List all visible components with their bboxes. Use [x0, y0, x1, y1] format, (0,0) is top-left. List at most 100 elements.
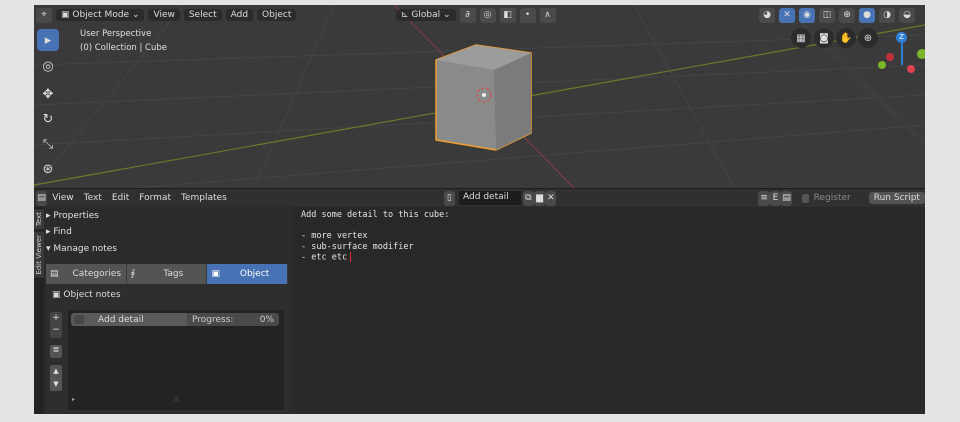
- scale-tool[interactable]: ⤡: [37, 133, 59, 155]
- tab-categories[interactable]: ▤ Categories: [46, 264, 127, 284]
- paperclip-icon: ∮: [130, 269, 136, 279]
- tab-object[interactable]: ▣ Object: [207, 264, 289, 284]
- menu-object[interactable]: Object: [257, 9, 297, 21]
- move-down-button[interactable]: ▼: [50, 378, 62, 391]
- note-name-cell[interactable]: Add detail: [71, 313, 187, 326]
- pan-hand-icon[interactable]: ✋: [836, 28, 856, 48]
- add-remove-buttons: + −: [50, 312, 62, 338]
- text-editor-type-icon[interactable]: ▤: [36, 190, 48, 206]
- note-progress-bar[interactable]: Progress: 0%: [187, 313, 279, 326]
- rendered-shading-icon[interactable]: ◒: [899, 7, 915, 23]
- add-note-button[interactable]: +: [50, 312, 62, 324]
- pivot-icon[interactable]: ∂: [459, 7, 476, 23]
- collection-info: (0) Collection | Cube: [80, 43, 168, 53]
- gizmo-neg-x[interactable]: [886, 53, 894, 61]
- gizmo-x-axis[interactable]: [907, 65, 915, 73]
- notes-tab-bar: ▤ Categories ∮ Tags ▣ Object: [46, 264, 289, 284]
- viewport-header-center: ⊾ Global ⌄ ∂ ◎ ◧ • ∧: [396, 7, 556, 23]
- text-cursor: [350, 252, 352, 262]
- te-menu-text[interactable]: Text: [79, 192, 107, 204]
- move-up-button[interactable]: ▲: [50, 365, 62, 378]
- visibility-icon[interactable]: ◕: [759, 7, 775, 23]
- 3d-viewport[interactable]: ⌖ ▣ Object Mode ⌄ View Select Add Object…: [34, 5, 925, 188]
- overlay-toggle-icon[interactable]: ◉: [799, 7, 815, 23]
- tab-tags[interactable]: ∮ Tags: [126, 264, 208, 284]
- register-label: Register: [813, 193, 851, 203]
- sidebar: Text Edit Viewer ▸ Properties ▸ Find ▾ M…: [34, 207, 294, 414]
- text-browse-icon[interactable]: ▯: [443, 190, 456, 206]
- gizmo-toggle-icon[interactable]: ✕: [779, 7, 795, 23]
- cube-icon: ▣: [52, 290, 61, 300]
- text-line: [301, 221, 918, 232]
- list-resize-handle[interactable]: ⦙⦙⦙: [174, 396, 178, 404]
- material-shading-icon[interactable]: ◑: [879, 7, 895, 23]
- panel-properties[interactable]: ▸ Properties: [46, 211, 99, 221]
- line-numbers-icon[interactable]: ≡: [758, 190, 770, 206]
- text-line: - etc etc: [301, 252, 348, 263]
- panel-find-label: Find: [53, 227, 72, 237]
- orientation-label: Global: [411, 10, 441, 20]
- duplicate-text-icon[interactable]: ⧉: [522, 190, 534, 206]
- menu-add[interactable]: Add: [225, 9, 254, 21]
- vtab-text[interactable]: Text: [34, 209, 44, 230]
- progress-value: 0%: [259, 314, 274, 325]
- te-menu-edit[interactable]: Edit: [107, 192, 134, 204]
- note-name: Add detail: [98, 314, 144, 325]
- mode-select[interactable]: ▣ Object Mode ⌄: [56, 9, 145, 21]
- snap-icon[interactable]: ◎: [479, 7, 496, 23]
- orientation-select[interactable]: ⊾ Global ⌄: [396, 9, 456, 21]
- cursor-tool[interactable]: ◎: [37, 55, 59, 77]
- panel-find[interactable]: ▸ Find: [46, 227, 72, 237]
- vtab-edit-viewer[interactable]: Edit Viewer: [34, 232, 44, 278]
- unlink-text-icon[interactable]: ✕: [545, 190, 557, 206]
- viewport-header-left: ⌖ ▣ Object Mode ⌄ View Select Add Object: [36, 7, 297, 23]
- register-checkbox[interactable]: [802, 193, 809, 203]
- progress-label: Progress:: [192, 314, 234, 325]
- te-menu-format[interactable]: Format: [134, 192, 176, 204]
- te-menu-templates[interactable]: Templates: [176, 192, 232, 204]
- menu-select[interactable]: Select: [183, 9, 222, 21]
- note-row[interactable]: Add detail Progress: 0%: [71, 313, 279, 326]
- run-script-button[interactable]: Run Script: [868, 192, 925, 204]
- falloff-icon[interactable]: ∧: [539, 7, 556, 23]
- text-name-field[interactable]: Add detail: [459, 191, 521, 205]
- note-details-button[interactable]: ≣: [50, 345, 62, 358]
- tab-tags-label: Tags: [163, 269, 184, 279]
- categories-icon: ▤: [50, 269, 59, 279]
- menu-view[interactable]: View: [148, 9, 180, 21]
- panel-properties-label: Properties: [53, 211, 99, 221]
- object-notes-label: Object notes: [63, 290, 121, 300]
- solid-shading-icon[interactable]: ●: [859, 7, 875, 23]
- gizmo-y-axis[interactable]: [917, 49, 925, 59]
- editor-type-icon[interactable]: ⌖: [36, 7, 52, 23]
- text-area[interactable]: Add some detail to this cube: - more ver…: [294, 207, 925, 414]
- gizmo-neg-y[interactable]: [878, 61, 886, 69]
- note-checkbox[interactable]: [74, 315, 84, 324]
- toggle-camera-icon[interactable]: ▦: [791, 28, 811, 48]
- word-wrap-icon[interactable]: E: [769, 190, 782, 206]
- remove-note-button[interactable]: −: [50, 324, 62, 336]
- select-box-tool[interactable]: ▸: [37, 29, 59, 51]
- mode-label: Object Mode: [72, 10, 130, 20]
- sidebar-tab-strip: Text Edit Viewer: [34, 207, 44, 414]
- panel-manage-notes[interactable]: ▾ Manage notes: [46, 244, 117, 254]
- tab-object-label: Object: [239, 269, 270, 279]
- rotate-tool[interactable]: ↻: [37, 108, 59, 130]
- text-line: - sub-surface modifier: [301, 241, 414, 252]
- move-tool[interactable]: ✥: [37, 83, 59, 105]
- syntax-highlight-icon[interactable]: ▤: [781, 190, 793, 206]
- transform-tool[interactable]: ⊛: [37, 158, 59, 180]
- xray-icon[interactable]: ◫: [819, 7, 835, 23]
- zoom-icon[interactable]: ⊕: [858, 28, 878, 48]
- text-editor-header: ▤ View Text Edit Format Templates ▯ Add …: [34, 189, 925, 207]
- camera-view-icon[interactable]: ◙: [814, 28, 834, 48]
- blender-window: ⌖ ▣ Object Mode ⌄ View Select Add Object…: [34, 5, 925, 414]
- open-text-icon[interactable]: ▆: [533, 190, 546, 206]
- proportional-edit-icon[interactable]: •: [519, 7, 536, 23]
- tab-categories-label: Categories: [72, 269, 122, 279]
- wireframe-shading-icon[interactable]: ⊕: [839, 7, 855, 23]
- gizmo-z-axis[interactable]: Z: [896, 32, 907, 43]
- te-menu-view[interactable]: View: [47, 192, 78, 204]
- list-filter-toggle-icon[interactable]: ▸: [72, 396, 75, 403]
- snap-target-icon[interactable]: ◧: [499, 7, 516, 23]
